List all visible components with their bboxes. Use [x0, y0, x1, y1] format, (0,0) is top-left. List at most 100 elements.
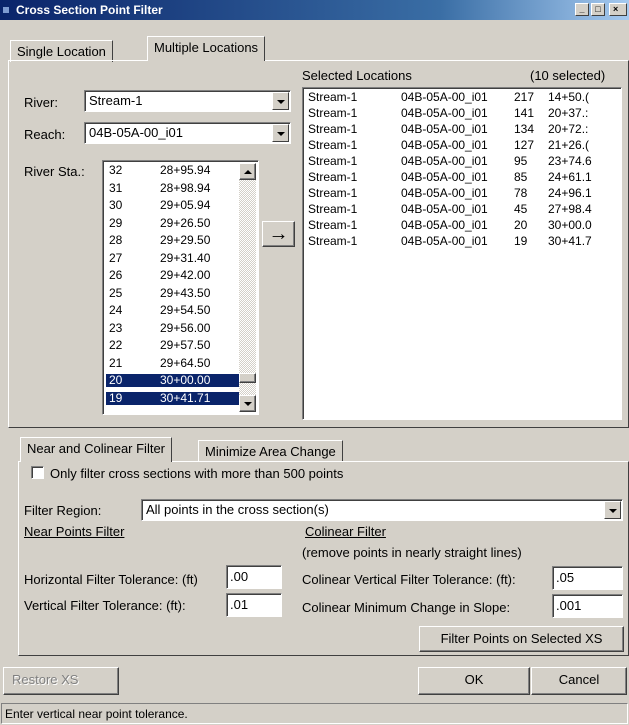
selected-location-reach: 04B-05A-00_i01: [401, 154, 488, 168]
station-value: 29+29.50: [160, 233, 211, 247]
scroll-down-icon[interactable]: [239, 395, 256, 412]
selected-location-reach: 04B-05A-00_i01: [401, 90, 488, 104]
tab-single-location[interactable]: Single Location: [10, 40, 113, 62]
horizontal-tolerance-input[interactable]: .00: [226, 565, 282, 589]
selected-location-num: 217: [514, 90, 535, 104]
reach-dropdown[interactable]: 04B-05A-00_i01: [84, 122, 291, 144]
selected-location-num: 20: [514, 218, 528, 232]
station-list-item[interactable]: 26 29+42.00: [106, 269, 240, 282]
selected-location-sta: 14+50.(: [548, 90, 590, 104]
close-icon[interactable]: ×: [609, 3, 627, 16]
station-number: 25: [109, 285, 123, 300]
selected-location-sta: 20+37.:: [548, 106, 589, 120]
cancel-button[interactable]: Cancel: [531, 667, 627, 695]
selected-location-row[interactable]: Stream-1 04B-05A-00_i01 127 21+26.(: [308, 138, 621, 152]
restore-xs-button[interactable]: Restore XS: [3, 667, 119, 695]
maximize-icon[interactable]: □: [591, 3, 605, 16]
selected-location-row[interactable]: Stream-1 04B-05A-00_i01 85 24+61.1: [308, 170, 621, 184]
selected-location-river: Stream-1: [308, 186, 358, 200]
selected-location-num: 19: [514, 234, 528, 248]
selected-location-river: Stream-1: [308, 218, 358, 232]
only-filter-checkbox[interactable]: [31, 466, 44, 479]
selected-location-sta: 24+61.1: [548, 170, 592, 184]
station-value: 29+56.00: [160, 320, 211, 335]
selected-location-row[interactable]: Stream-1 04B-05A-00_i01 19 30+41.7: [308, 234, 621, 248]
selected-location-num: 95: [514, 154, 528, 168]
selected-location-row[interactable]: Stream-1 04B-05A-00_i01 95 23+74.6: [308, 154, 621, 168]
selected-location-row[interactable]: Stream-1 04B-05A-00_i01 78 24+96.1: [308, 186, 621, 200]
station-value: 29+31.40: [160, 250, 211, 265]
selected-location-river: Stream-1: [308, 154, 358, 168]
selected-location-row[interactable]: Stream-1 04B-05A-00_i01 141 20+37.:: [308, 106, 621, 120]
chevron-down-icon[interactable]: [604, 501, 621, 519]
selected-locations-list[interactable]: Stream-1 04B-05A-00_i01 217 14+50.( Stream-1…: [302, 87, 622, 420]
station-number: 30: [109, 198, 123, 212]
station-value: 29+26.50: [160, 215, 211, 230]
ok-button[interactable]: OK: [418, 667, 530, 695]
colinear-vertical-label: Colinear Vertical Filter Tolerance: (ft)…: [302, 572, 516, 587]
selected-location-river: Stream-1: [308, 138, 358, 152]
vertical-tolerance-label: Vertical Filter Tolerance: (ft):: [24, 598, 186, 613]
colinear-slope-label: Colinear Minimum Change in Slope:: [302, 600, 511, 615]
tab-near-colinear-filter[interactable]: Near and Colinear Filter: [20, 437, 173, 462]
window-title: Cross Section Point Filter: [16, 3, 163, 17]
add-location-button[interactable]: →: [262, 221, 295, 247]
chevron-down-icon[interactable]: [272, 124, 289, 142]
station-list-item[interactable]: 21 29+64.50: [106, 356, 240, 370]
colinear-vertical-input[interactable]: .05: [552, 566, 623, 590]
river-label: River:: [24, 95, 58, 110]
station-list-item[interactable]: 25 29+43.50: [106, 285, 240, 300]
minimize-icon[interactable]: _: [575, 3, 589, 16]
horizontal-tolerance-label: Horizontal Filter Tolerance: (ft): [24, 572, 198, 587]
selected-location-row[interactable]: Stream-1 04B-05A-00_i01 134 20+72.:: [308, 122, 621, 136]
filter-region-dropdown[interactable]: All points in the cross section(s): [141, 499, 623, 521]
station-list-item[interactable]: 32 28+95.94: [106, 164, 240, 177]
colinear-slope-input[interactable]: .001: [552, 594, 623, 618]
selected-location-row[interactable]: Stream-1 04B-05A-00_i01 20 30+00.0: [308, 218, 621, 232]
colinear-note: (remove points in nearly straight lines): [302, 545, 522, 560]
colinear-heading: Colinear Filter: [305, 524, 386, 539]
selected-location-reach: 04B-05A-00_i01: [401, 170, 488, 184]
station-number: 22: [109, 338, 123, 352]
station-value: 29+05.94: [160, 198, 211, 212]
selected-location-reach: 04B-05A-00_i01: [401, 122, 488, 136]
selected-location-sta: 21+26.(: [548, 138, 590, 152]
station-value: 28+98.94: [160, 180, 211, 195]
tab-multiple-locations[interactable]: Multiple Locations: [147, 36, 266, 61]
selected-location-num: 85: [514, 170, 528, 184]
selected-location-row[interactable]: Stream-1 04B-05A-00_i01 217 14+50.(: [308, 90, 621, 104]
selected-location-sta: 27+98.4: [548, 202, 592, 216]
scroll-up-icon[interactable]: [239, 163, 256, 180]
station-number: 19: [109, 390, 123, 405]
filter-points-button[interactable]: Filter Points on Selected XS: [419, 626, 624, 652]
station-number: 24: [109, 303, 123, 317]
station-list-item[interactable]: 23 29+56.00: [106, 320, 240, 335]
scroll-thumb[interactable]: [239, 373, 256, 383]
station-value: 30+41.71: [160, 390, 211, 405]
selected-location-reach: 04B-05A-00_i01: [401, 218, 488, 232]
system-menu-icon[interactable]: [3, 7, 9, 13]
river-station-list[interactable]: 32 28+95.94 31 28+98.94 30 29+05.94 29 29+26.50…: [102, 160, 259, 415]
title-bar: Cross Section Point Filter _ □ ×: [0, 0, 629, 20]
river-dropdown[interactable]: Stream-1: [84, 90, 291, 112]
station-list-item[interactable]: 24 29+54.50: [106, 304, 240, 317]
tab-minimize-area-change[interactable]: Minimize Area Change: [198, 440, 343, 462]
selected-location-num: 141: [514, 106, 535, 120]
station-list-item[interactable]: 30 29+05.94: [106, 199, 240, 212]
station-list-item[interactable]: 22 29+57.50: [106, 339, 240, 352]
station-value: 29+43.50: [160, 285, 211, 300]
station-list-item[interactable]: 27 29+31.40: [106, 250, 240, 265]
selected-location-row[interactable]: Stream-1 04B-05A-00_i01 45 27+98.4: [308, 202, 621, 216]
vertical-tolerance-input[interactable]: .01: [226, 593, 282, 617]
chevron-down-icon[interactable]: [272, 92, 289, 110]
station-value: 29+54.50: [160, 303, 211, 317]
selected-location-reach: 04B-05A-00_i01: [401, 202, 488, 216]
station-list-item[interactable]: 31 28+98.94: [106, 180, 240, 195]
selected-location-sta: 20+72.:: [548, 122, 589, 136]
station-list-item[interactable]: 28 29+29.50: [106, 234, 240, 247]
station-list-item[interactable]: 19 30+41.71: [106, 390, 240, 405]
station-list-item[interactable]: 29 29+26.50: [106, 215, 240, 230]
selected-location-reach: 04B-05A-00_i01: [401, 234, 488, 248]
station-scrollbar[interactable]: [239, 163, 256, 412]
station-list-item[interactable]: 20 30+00.00: [106, 374, 240, 387]
